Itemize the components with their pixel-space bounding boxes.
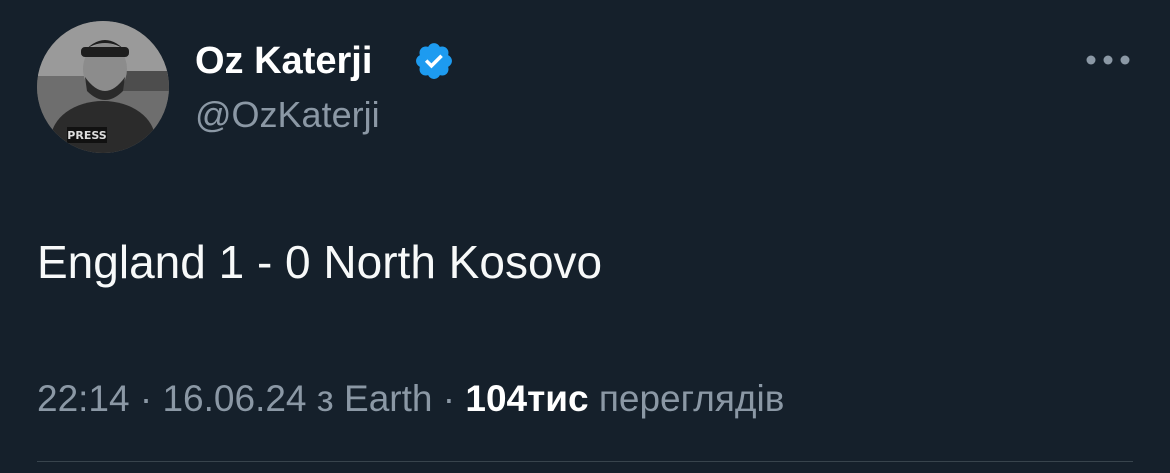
avatar[interactable]: PRESS [37, 21, 169, 153]
tweet-card: PRESS Oz Katerji @OzKaterji England 1 - … [0, 0, 1170, 473]
tweet-text: England 1 - 0 North Kosovo [37, 236, 603, 288]
views-label: переглядів [598, 378, 785, 419]
meta-separator: · [442, 378, 456, 419]
tweet-source[interactable]: Earth [344, 378, 432, 419]
avatar-photo: PRESS [37, 21, 169, 153]
source-prefix: з [316, 378, 334, 419]
tweet-meta: 22:14 · 16.06.24 з Earth · 104тис перегл… [37, 376, 784, 422]
avatar-press-label: PRESS [67, 129, 106, 142]
views-count[interactable]: 104тис [465, 378, 588, 419]
tweet-time[interactable]: 22:14 [37, 378, 130, 419]
display-name[interactable]: Oz Katerji [195, 38, 372, 84]
divider [37, 461, 1133, 462]
user-handle[interactable]: @OzKaterji [195, 93, 380, 137]
more-options-icon[interactable] [1083, 45, 1133, 75]
verified-badge-icon [416, 43, 452, 79]
meta-separator: · [139, 378, 153, 419]
tweet-date[interactable]: 16.06.24 [162, 378, 306, 419]
